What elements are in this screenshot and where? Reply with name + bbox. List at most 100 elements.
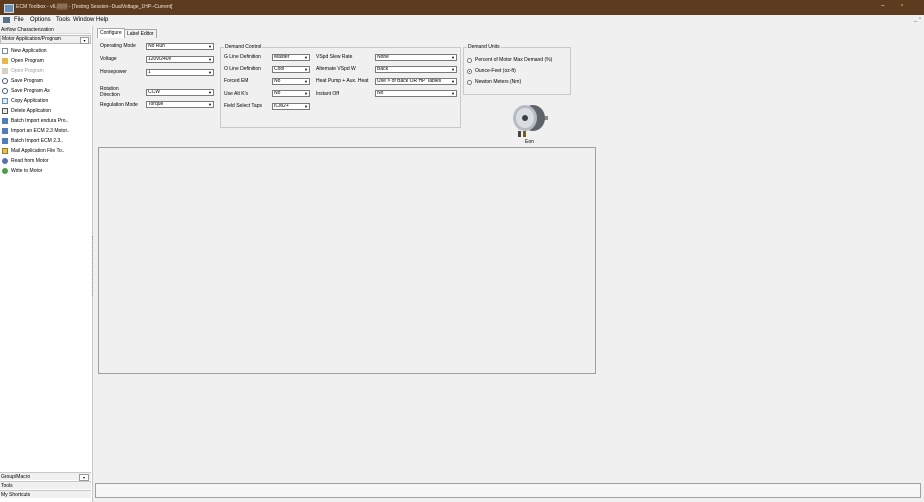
sidebar: Airflow Characterization Motor Applicati…	[0, 26, 93, 502]
g-line-select[interactable]: Master ▼	[272, 54, 310, 61]
sidebar-item-label: Import an ECM 2.3 Motor..	[11, 127, 70, 134]
alternate-vspd-label: Alternate VSpd W	[316, 66, 356, 72]
use-alt-ks-value: No	[274, 90, 281, 96]
forced-em-label: Forced EM	[224, 78, 249, 84]
folder-icon	[2, 57, 8, 64]
o-line-value: Cool	[274, 66, 285, 72]
chevron-down-icon: ▼	[451, 55, 455, 60]
menu-tools[interactable]: Tools	[56, 17, 70, 23]
menu-help[interactable]: Help	[96, 17, 108, 23]
regulation-mode-select[interactable]: Torque ▼	[146, 101, 214, 108]
sidebar-section-airflow[interactable]: Airflow Characterization	[0, 26, 91, 34]
menu-file[interactable]: File	[14, 17, 24, 23]
operating-mode-label: Operating Mode	[100, 43, 136, 49]
radio-label: Percent of Motor Max Demand (%)	[475, 57, 553, 63]
title-bar: ECM Toolbox - v6.▒▒▒ - [Testing Session-…	[0, 0, 924, 15]
horsepower-select[interactable]: 1 ▼	[146, 69, 214, 76]
mdi-restore-icon[interactable]: _ ▫	[914, 16, 921, 22]
field-select-taps-value: ICM2+	[274, 103, 289, 109]
use-alt-ks-label: Use Alt K's	[224, 91, 249, 97]
sidebar-item-open-program-disabled[interactable]: Open Program	[2, 66, 44, 75]
radio-button-icon	[467, 57, 472, 63]
chevron-down-icon[interactable]: ▾	[79, 474, 89, 481]
rotation-direction-select[interactable]: CCW ▼	[146, 89, 214, 96]
menu-bar: File Options Tools Window Help _ ▫	[0, 15, 924, 25]
alternate-vspd-value: Back	[377, 66, 389, 72]
mail-icon	[2, 147, 8, 154]
sidebar-item-save-program-as[interactable]: Save Program As	[2, 86, 50, 95]
document-icon[interactable]	[3, 17, 10, 23]
sidebar-section-my-shortcuts[interactable]: My Shortcuts	[0, 490, 91, 498]
sidebar-section-group-macro[interactable]: Group/Macro ▾	[0, 472, 91, 481]
minimize-button[interactable]: –	[881, 3, 884, 9]
chevron-down-icon: ▼	[304, 104, 308, 109]
heat-pump-aux-select[interactable]: Use > of Back OR HP Tables ▼	[375, 78, 457, 85]
tab-configure[interactable]: Configure	[97, 28, 125, 38]
radio-newton-meters[interactable]: Newton Meters (Nm)	[467, 79, 521, 85]
sidebar-item-read-from-motor[interactable]: Read from Motor	[2, 156, 49, 165]
folder-icon	[2, 67, 8, 74]
heat-pump-aux-label: Heat Pump + Aux. Heat	[316, 78, 369, 84]
chevron-down-icon: ▼	[304, 67, 308, 72]
splitter-handle[interactable]	[92, 236, 95, 296]
sidebar-item-label: Save Program As	[11, 87, 50, 94]
vspd-slew-rate-select[interactable]: None ▼	[375, 54, 457, 61]
delete-icon	[2, 107, 8, 114]
sidebar-item-batch-import-endura[interactable]: Batch Import endura Pro..	[2, 116, 68, 125]
sidebar-section-tools[interactable]: Tools	[0, 481, 91, 489]
sidebar-item-save-program[interactable]: Save Program	[2, 76, 43, 85]
sidebar-item-label: Write to Motor	[11, 167, 43, 174]
sidebar-category-select[interactable]: Motor Application/Program ▾	[0, 35, 91, 44]
operating-mode-select[interactable]: No Run ▼	[146, 43, 214, 50]
chevron-down-icon: ▼	[451, 91, 455, 96]
o-line-label: O Line Definition	[224, 66, 261, 72]
app-icon	[4, 4, 14, 13]
radio-button-icon	[467, 68, 472, 74]
sidebar-item-open-program[interactable]: Open Program	[2, 56, 44, 65]
sidebar-category-value: Motor Application/Program	[2, 36, 61, 42]
rotation-label-line2: Direction	[100, 92, 120, 98]
sidebar-item-mail-application[interactable]: Mail Application File To..	[2, 146, 65, 155]
sidebar-item-write-to-motor[interactable]: Write to Motor	[2, 166, 42, 175]
tab-label-editor[interactable]: Label Editor	[124, 29, 157, 38]
chevron-down-icon: ▼	[451, 79, 455, 84]
instant-off-select[interactable]: No ▼	[375, 90, 457, 97]
sidebar-item-label: Batch Import ECM 2.3..	[11, 137, 63, 144]
voltage-select[interactable]: 120v/240v ▼	[146, 56, 214, 63]
write-motor-icon	[2, 167, 8, 174]
chevron-down-icon: ▼	[208, 57, 212, 62]
motor-caption: Eon	[525, 139, 534, 145]
voltage-label: Voltage	[100, 56, 117, 62]
maximize-button[interactable]: ▫	[901, 3, 903, 9]
chevron-down-icon: ▼	[208, 44, 212, 49]
voltage-value: 120v/240v	[148, 56, 172, 62]
radio-ounce-feet[interactable]: Ounce-Feet (oz-ft)	[467, 68, 516, 74]
field-select-taps-select[interactable]: ICM2+ ▼	[272, 103, 310, 110]
sidebar-item-label: Open Program	[11, 57, 44, 64]
sidebar-item-label: Open Program	[11, 67, 44, 74]
chevron-down-icon: ▼	[208, 102, 212, 107]
sidebar-item-copy-application[interactable]: Copy Application	[2, 96, 48, 105]
import-icon	[2, 127, 8, 134]
instant-off-value: No	[377, 90, 384, 96]
heat-pump-aux-value: Use > of Back OR HP Tables	[377, 78, 442, 84]
sidebar-item-delete-application[interactable]: Delete Application	[2, 106, 51, 115]
forced-em-select[interactable]: No ▼	[272, 78, 310, 85]
sidebar-item-label: Mail Application File To..	[11, 147, 65, 154]
sidebar-section-label: Group/Macro	[1, 474, 31, 480]
alternate-vspd-select[interactable]: Back ▼	[375, 66, 457, 73]
forced-em-value: No	[274, 78, 281, 84]
sidebar-item-new-application[interactable]: New Application	[2, 46, 47, 55]
batch-import-icon	[2, 137, 8, 144]
use-alt-ks-select[interactable]: No ▼	[272, 90, 310, 97]
menu-options[interactable]: Options	[30, 17, 51, 23]
radio-percent-max-demand[interactable]: Percent of Motor Max Demand (%)	[467, 57, 552, 63]
sidebar-item-label: Delete Application	[11, 107, 52, 114]
chevron-down-icon[interactable]: ▾	[80, 37, 89, 44]
menu-window[interactable]: Window	[73, 17, 94, 23]
sidebar-item-batch-import-ecm[interactable]: Batch Import ECM 2.3..	[2, 136, 63, 145]
o-line-select[interactable]: Cool ▼	[272, 66, 310, 73]
sidebar-item-import-ecm[interactable]: Import an ECM 2.3 Motor..	[2, 126, 70, 135]
regulation-mode-label: Regulation Mode	[100, 102, 138, 108]
radio-button-icon	[467, 79, 472, 85]
